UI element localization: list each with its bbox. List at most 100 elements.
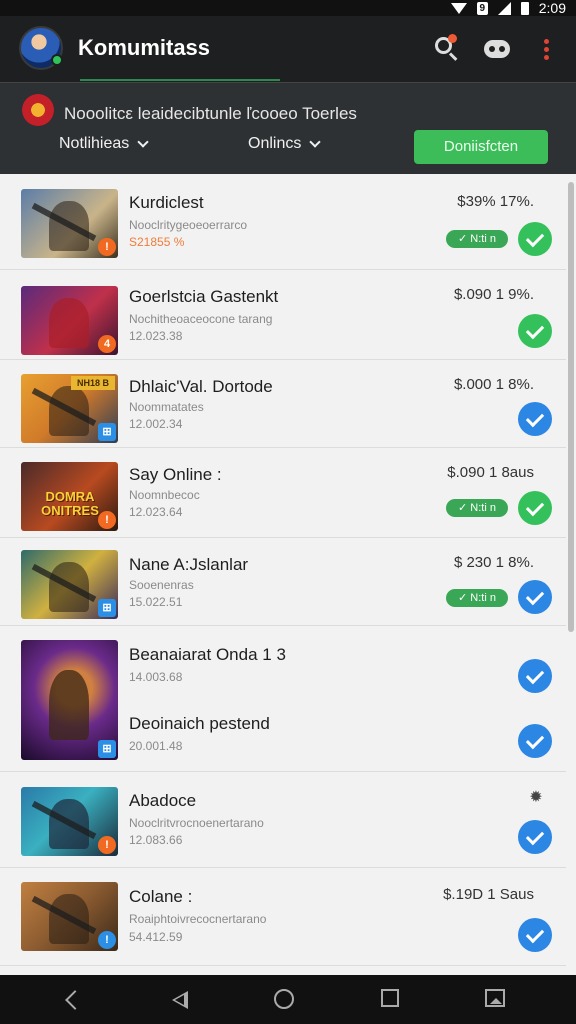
filter-online-dropdown[interactable]: Onlincs xyxy=(248,135,322,153)
screenshot-icon[interactable] xyxy=(485,989,505,1007)
item-stat: $.090 1 9%. xyxy=(453,286,534,303)
item-title: Dhlaic'Val. Dortode xyxy=(129,377,273,396)
item-meta: 14.003.68 xyxy=(129,670,183,684)
game-thumbnail: ! xyxy=(21,787,118,856)
scrollbar[interactable] xyxy=(568,182,574,632)
alert-icon: ! xyxy=(98,511,116,529)
primary-action-button[interactable]: Doniisfcten xyxy=(414,130,548,164)
list-item[interactable]: ! Colane : Roaiphtoivrecocnertarano 54.4… xyxy=(0,868,566,966)
check-icon[interactable] xyxy=(518,402,552,436)
thumbnail-caption: NH18 B xyxy=(71,376,115,390)
check-icon[interactable] xyxy=(518,820,552,854)
item-title: Goerlstcia Gastenkt xyxy=(129,287,279,306)
game-thumbnail: ! xyxy=(21,189,118,258)
alert-icon: ! xyxy=(98,836,116,854)
list-item[interactable]: ! Kurdiclest Nooclritygeoeoerrarco S2185… xyxy=(0,174,566,270)
item-subtitle: Sooenenras xyxy=(129,578,194,592)
item-meta: 12.023.38 xyxy=(129,329,183,343)
check-icon[interactable] xyxy=(518,659,552,693)
item-title: Kurdiclest xyxy=(129,193,204,212)
grid-icon: ⊞ xyxy=(98,599,116,617)
status-badge: ✓ N:ti n xyxy=(446,230,508,248)
grid-icon: ⊞ xyxy=(98,423,116,441)
list-item[interactable]: 4 Goerlstcia Gastenkt Nochitheoaceocone … xyxy=(0,270,566,360)
status-badge: ✓ N:ti n xyxy=(446,499,508,517)
level-badge: 4 xyxy=(98,335,116,353)
game-thumbnail: 4 xyxy=(21,286,118,355)
item-stat: $ 230 1 8%. xyxy=(453,554,534,571)
filter-header: Nooolitcε leaidecibtunle ľcooeo Toerles … xyxy=(0,82,576,174)
app-title: Komumitass xyxy=(78,35,211,60)
item-subtitle: Nochitheoaceocone tarang xyxy=(129,312,273,326)
status-badge: ✓ N:ti n xyxy=(446,589,508,607)
home-icon[interactable] xyxy=(274,989,294,1009)
item-subtitle: Noommatates xyxy=(129,400,204,414)
item-title: Colane : xyxy=(129,887,193,906)
item-meta: 12.023.64 xyxy=(129,505,183,519)
search-icon[interactable] xyxy=(432,34,462,64)
item-meta: 54.412.59 xyxy=(129,930,183,944)
back-icon[interactable] xyxy=(170,989,192,1011)
item-stat: $.090 1 8aus xyxy=(447,464,534,481)
item-stat: $.19D 1 Saus xyxy=(443,886,534,903)
status-bar: 9 2:09 xyxy=(0,0,576,16)
check-icon[interactable] xyxy=(518,491,552,525)
online-status-icon xyxy=(51,54,63,66)
alert-icon: ! xyxy=(98,931,116,949)
item-stat: $39% 17%. xyxy=(457,193,534,210)
filter-notifications-dropdown[interactable]: Notlihieas xyxy=(59,135,149,153)
list-item[interactable]: NH18 B ⊞ Dhlaic'Val. Dortode Noommatates… xyxy=(0,360,566,448)
game-thumbnail: ⊞ xyxy=(21,550,118,619)
alert-icon: ! xyxy=(98,238,116,256)
item-subtitle: Noomnbecoc xyxy=(129,488,200,502)
notice-text: Nooolitcε leaidecibtunle ľcooeo Toerles xyxy=(64,104,357,123)
wifi-icon xyxy=(450,2,467,14)
item-subtitle: Nooclritvrocnoenertarano xyxy=(129,816,264,830)
settings-gear-icon[interactable]: ✹ xyxy=(528,790,544,806)
game-thumbnail: DOMRA ONITRES ! xyxy=(21,462,118,531)
item-subtitle: Nooclritygeoeoerrarco xyxy=(129,218,248,232)
item-meta: 12.083.66 xyxy=(129,833,183,847)
item-title: Nane A:Jslanlar xyxy=(129,555,249,574)
check-icon[interactable] xyxy=(518,918,552,952)
battery-icon xyxy=(520,1,529,15)
item-meta: 15.022.51 xyxy=(129,595,183,609)
game-thumbnail: ! xyxy=(21,882,118,951)
list-item[interactable]: DOMRA ONITRES ! Say Online : Noomnbecoc … xyxy=(0,448,566,538)
clan-emblem-icon xyxy=(22,94,54,126)
check-icon[interactable] xyxy=(518,724,552,758)
community-list: ! Kurdiclest Nooclritygeoeoerrarco S2185… xyxy=(0,174,576,975)
hide-keyboard-icon[interactable] xyxy=(64,989,86,1011)
system-nav-bar xyxy=(0,975,576,1024)
list-item[interactable]: ! Abadoce Nooclritvrocnoenertarano 12.08… xyxy=(0,772,566,868)
notification-dot-icon xyxy=(448,34,457,43)
game-thumbnail: ⊞ xyxy=(21,640,118,760)
chevron-down-icon xyxy=(309,136,322,148)
item-subtitle: Roaiphtoivrecocnertarano xyxy=(129,912,267,926)
check-icon[interactable] xyxy=(518,314,552,348)
more-options-icon[interactable] xyxy=(532,34,562,64)
item-title: Abadoce xyxy=(129,791,197,810)
list-item[interactable]: ⊞ Nane A:Jslanlar Sooenenras 15.022.51 $… xyxy=(0,538,566,626)
clock: 2:09 xyxy=(538,0,566,16)
active-tab-indicator xyxy=(80,79,280,81)
recent-apps-icon[interactable] xyxy=(381,989,399,1007)
item-secondary-title: Deoinaich pestend xyxy=(129,714,270,733)
chevron-down-icon xyxy=(137,136,149,148)
item-secondary-meta: 20.001.48 xyxy=(129,739,183,753)
check-icon[interactable] xyxy=(518,222,552,256)
filter-label: Notlihieas xyxy=(59,135,130,152)
check-icon[interactable] xyxy=(518,580,552,614)
item-meta: 12.002.34 xyxy=(129,417,183,431)
app-bar: Komumitass xyxy=(0,16,576,82)
item-meta: S21855 % xyxy=(129,235,185,249)
game-thumbnail: NH18 B ⊞ xyxy=(21,374,118,443)
filter-label: Onlincs xyxy=(248,135,302,152)
avatar[interactable] xyxy=(19,26,63,70)
grid-icon: ⊞ xyxy=(98,740,116,758)
gamepad-icon[interactable] xyxy=(482,34,512,64)
sim-icon: 9 xyxy=(476,1,488,15)
item-title: Beanaiarat Onda 1 3 xyxy=(129,645,286,664)
list-item[interactable]: ⊞ Beanaiarat Onda 1 3 14.003.68 Deoinaic… xyxy=(0,626,566,772)
item-title: Say Online : xyxy=(129,465,222,484)
